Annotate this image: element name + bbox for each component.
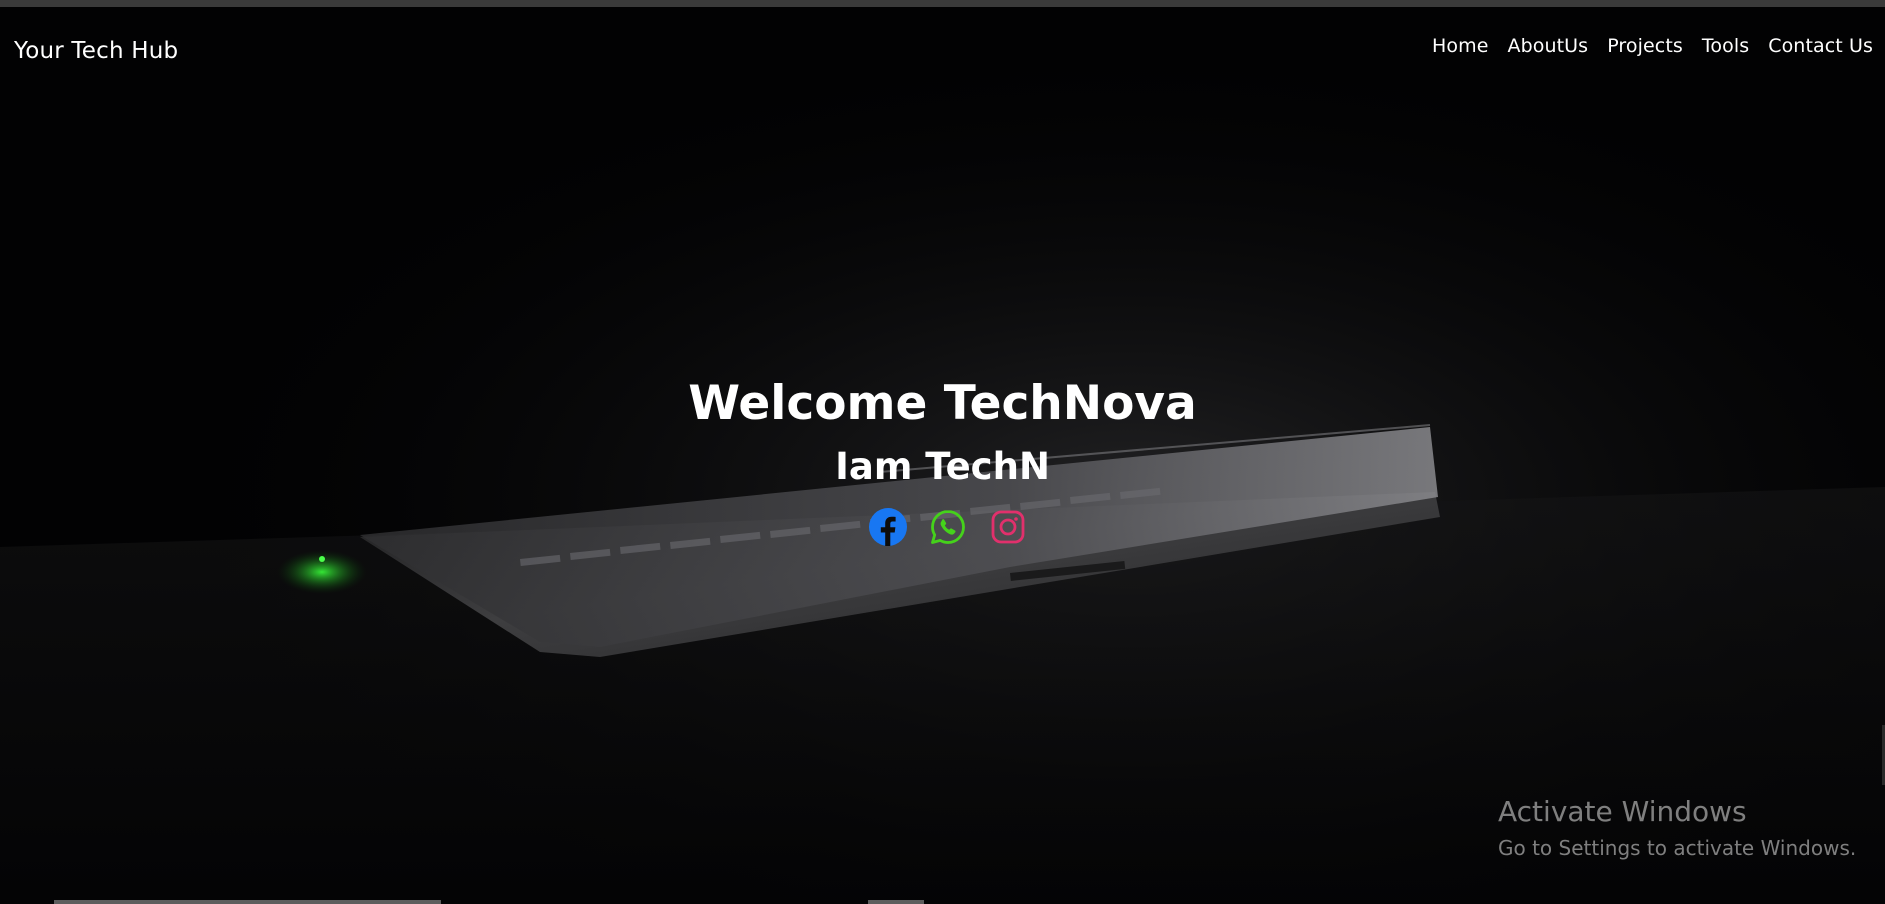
brand-logo-link[interactable]: Your Tech Hub (14, 38, 178, 64)
hero-subtitle: Iam TechN (835, 445, 1050, 488)
activate-windows-text: Go to Settings to activate Windows. (1498, 836, 1857, 860)
nav-about-us[interactable]: AboutUs (1508, 35, 1589, 57)
nav-home[interactable]: Home (1432, 35, 1489, 57)
hero-section: Your Tech Hub Home AboutUs Projects Tool… (0, 7, 1885, 904)
facebook-icon (869, 508, 907, 546)
main-nav: Home AboutUs Projects Tools Contact Us (1432, 35, 1873, 57)
window-top-border (0, 0, 1885, 7)
whatsapp-icon (931, 510, 965, 544)
nav-projects[interactable]: Projects (1607, 35, 1683, 57)
instagram-link[interactable] (989, 508, 1027, 546)
whatsapp-link[interactable] (929, 508, 967, 546)
facebook-link[interactable] (869, 508, 907, 546)
horizontal-scrollbar-marker (868, 900, 924, 904)
activate-windows-watermark: Activate Windows Go to Settings to activ… (1498, 795, 1856, 860)
nav-contact-us[interactable]: Contact Us (1768, 35, 1873, 57)
nav-tools[interactable]: Tools (1702, 35, 1749, 57)
social-links (869, 508, 1027, 546)
activate-windows-title: Activate Windows (1498, 795, 1747, 828)
horizontal-scrollbar-thumb[interactable] (54, 900, 441, 904)
hero-title: Welcome TechNova (688, 376, 1197, 431)
instagram-icon (991, 510, 1025, 544)
